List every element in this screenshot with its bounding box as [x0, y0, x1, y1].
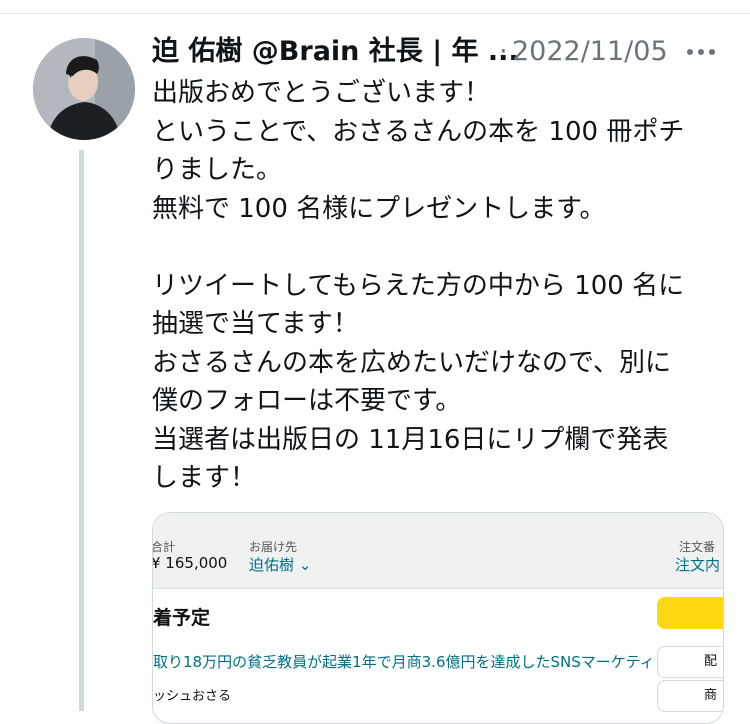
- tweet-line: します！: [152, 463, 257, 493]
- secondary-action-button[interactable]: 配: [657, 646, 723, 678]
- tweet-line: リツイートしてもらえた方の中から 100 名に: [152, 270, 685, 301]
- tweet-line: おさるさんの本を広めたいだけなので、別に: [152, 347, 671, 378]
- primary-action-button[interactable]: [657, 597, 723, 629]
- tweet-line: 僕のフォローは不要です。: [152, 386, 462, 416]
- tweet-date[interactable]: 2022/11/05: [512, 34, 668, 70]
- order-header: 合計 ¥ 165,000 お届け先 迫佑樹 ⌄ 注文番 注文内: [153, 513, 723, 589]
- timeline-divider: [0, 13, 750, 14]
- author-name[interactable]: 迫 佑樹 @Brain 社長 | 年 ...: [152, 34, 519, 70]
- total-label: 合計: [152, 540, 176, 554]
- ship-to-link[interactable]: 迫佑樹 ⌄: [249, 554, 311, 575]
- tweet-line: 当選者は出版日の 11月16日にリプ欄で発表: [152, 424, 669, 455]
- tweet-line: 無料で 100 名様にプレゼントします。: [152, 193, 606, 224]
- more-horizontal-icon[interactable]: [685, 34, 717, 70]
- separator-dot: ·: [499, 36, 508, 67]
- tertiary-action-button[interactable]: 商: [657, 680, 723, 712]
- avatar-photo: [33, 38, 135, 140]
- seller-name: ッシュおさる: [153, 689, 232, 704]
- total-value: ¥ 165,000: [152, 554, 228, 572]
- tweet-header: 迫 佑樹 @Brain 社長 | 年 ... · 2022/11/05: [152, 34, 722, 70]
- tweet-line: [152, 228, 732, 267]
- attached-screenshot[interactable]: 合計 ¥ 165,000 お届け先 迫佑樹 ⌄ 注文番 注文内 着予定 取り18…: [152, 512, 724, 724]
- avatar[interactable]: [33, 38, 135, 140]
- tweet-text: 出版おめでとうございます！ ということで、おさるさんの本を 100 冊ポチ りま…: [152, 74, 732, 498]
- arrival-title: 着予定: [153, 607, 211, 629]
- thread-line: [79, 150, 84, 711]
- tweet-line: 抽選で当てます！: [152, 309, 359, 339]
- order-details-link[interactable]: 注文内: [675, 554, 720, 575]
- tweet-line: 出版おめでとうございます！: [152, 78, 491, 108]
- order-number-label: 注文番: [679, 540, 716, 554]
- product-title-link[interactable]: 取り18万円の貧乏教員が起業1年で月商3.6億円を達成したSNSマーケティ: [153, 651, 655, 672]
- tweet-line: りました。: [152, 155, 283, 185]
- tweet-line: ということで、おさるさんの本を 100 冊ポチ: [152, 116, 685, 147]
- ship-to-label: お届け先: [249, 540, 298, 554]
